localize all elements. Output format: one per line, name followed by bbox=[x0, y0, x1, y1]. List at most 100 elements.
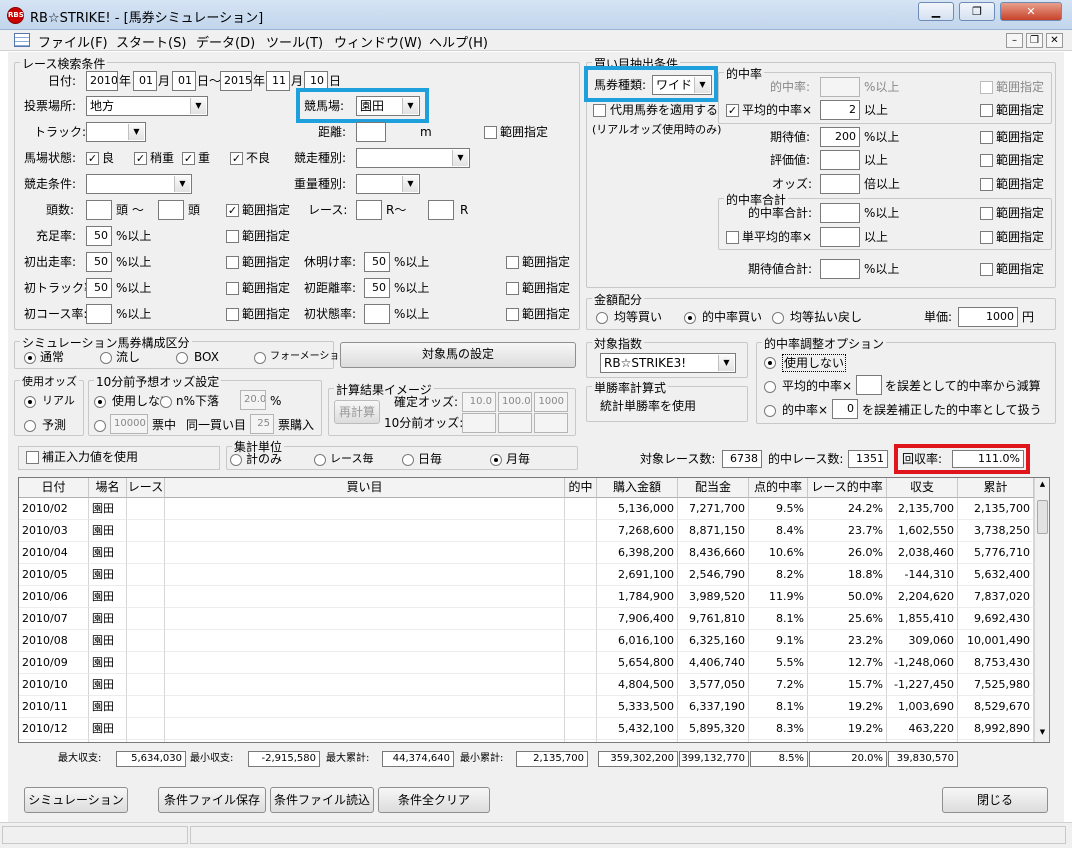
adjust-avg-input[interactable] bbox=[856, 375, 882, 395]
final-odds-3[interactable]: 1000 bbox=[534, 392, 568, 412]
track-select[interactable]: ▼ bbox=[86, 122, 146, 142]
menu-data[interactable]: データ(D) bbox=[196, 32, 255, 51]
first-state-input[interactable] bbox=[364, 304, 390, 324]
minimize-button[interactable]: ▁ bbox=[918, 2, 954, 21]
race-cond-select[interactable]: ▼ bbox=[86, 174, 192, 194]
single-avg-range-checkbox[interactable] bbox=[980, 231, 993, 244]
table-row[interactable]: 2010/09 園田 5,654,800 4,406,740 5.5% 12.7% -1,2… bbox=[19, 652, 1034, 674]
from-year-input[interactable]: 2010 bbox=[86, 71, 118, 91]
weight-type-select[interactable]: ▼ bbox=[356, 174, 420, 194]
save-conditions-button[interactable]: 条件ファイル保存 bbox=[158, 787, 266, 813]
table-row[interactable]: 2010/07 園田 7,906,400 9,761,810 8.1% 25.6% 1,85… bbox=[19, 608, 1034, 630]
cond-slightly-heavy-checkbox[interactable]: ✓ bbox=[134, 152, 147, 165]
money-payback-radio[interactable] bbox=[772, 312, 784, 324]
first-track-input[interactable]: 50 bbox=[86, 278, 112, 298]
expected-range-checkbox[interactable] bbox=[980, 131, 993, 144]
table-row[interactable]: 2010/08 園田 6,016,100 6,325,160 9.1% 23.2% 309,… bbox=[19, 630, 1034, 652]
single-avg-checkbox[interactable] bbox=[726, 231, 739, 244]
sim-normal-radio[interactable] bbox=[24, 352, 36, 364]
distance-range-checkbox[interactable] bbox=[484, 126, 497, 139]
column-header-bet[interactable]: 買い目 bbox=[165, 478, 565, 498]
to-month-input[interactable]: 11 bbox=[266, 71, 290, 91]
close-window-button[interactable]: ✕ bbox=[1000, 2, 1062, 21]
odds10-none-radio[interactable] bbox=[94, 396, 106, 408]
clear-conditions-button[interactable]: 条件全クリア bbox=[378, 787, 490, 813]
results-table[interactable]: 日付 場名 レース 買い目 的中 購入金額 配当金 点的中率 レース的中率 収支 累計 2010/02… bbox=[18, 477, 1050, 743]
restore-button[interactable]: ❐ bbox=[959, 2, 995, 21]
evaluation-input[interactable] bbox=[820, 150, 860, 170]
agg-total-radio[interactable] bbox=[230, 454, 242, 466]
heads-to-input[interactable] bbox=[158, 200, 184, 220]
sim-box-radio[interactable] bbox=[176, 352, 188, 364]
supplement-checkbox[interactable] bbox=[26, 451, 39, 464]
odds10-ticket-radio[interactable] bbox=[94, 420, 106, 432]
cond-good-checkbox[interactable]: ✓ bbox=[86, 152, 99, 165]
mdi-restore-button[interactable]: ❐ bbox=[1026, 33, 1043, 48]
mdi-minimize-button[interactable]: – bbox=[1006, 33, 1023, 48]
menu-file[interactable]: ファイル(F) bbox=[38, 32, 108, 51]
heads-from-input[interactable] bbox=[86, 200, 112, 220]
column-header-buy[interactable]: 購入金額 bbox=[597, 478, 678, 498]
sim-nagashi-radio[interactable] bbox=[100, 352, 112, 364]
recalc-button[interactable]: 再計算 bbox=[334, 400, 380, 424]
hit-rate-input[interactable] bbox=[820, 77, 860, 97]
column-header-hit[interactable]: 的中 bbox=[565, 478, 597, 498]
odds10-buy-input[interactable]: 25 bbox=[250, 414, 274, 434]
column-header-venue[interactable]: 場名 bbox=[89, 478, 127, 498]
cond-heavy-checkbox[interactable]: ✓ bbox=[182, 152, 195, 165]
unit-price-input[interactable]: 1000 bbox=[958, 307, 1018, 327]
from-day-input[interactable]: 01 bbox=[172, 71, 196, 91]
target-index-select[interactable]: RB☆STRIKE3! ▼ bbox=[600, 353, 736, 373]
expected-total-input[interactable] bbox=[820, 259, 860, 279]
close-button[interactable]: 閉じる bbox=[942, 787, 1048, 813]
menu-window[interactable]: ウィンドウ(W) bbox=[334, 32, 422, 51]
pre-odds-3[interactable] bbox=[534, 413, 568, 433]
mdi-close-button[interactable]: ✕ bbox=[1046, 33, 1063, 48]
table-row[interactable]: 2010/04 園田 6,398,200 8,436,660 10.6% 26.0% 2,0… bbox=[19, 542, 1034, 564]
column-header-point-hit[interactable]: 点的中率 bbox=[749, 478, 808, 498]
table-row[interactable]: 2010/03 園田 7,268,600 8,871,150 8.4% 23.7% 1,60… bbox=[19, 520, 1034, 542]
menu-tools[interactable]: ツール(T) bbox=[266, 32, 323, 51]
adjust-rate-radio[interactable] bbox=[764, 405, 776, 417]
menu-start[interactable]: スタート(S) bbox=[116, 32, 186, 51]
odds10-drop-radio[interactable] bbox=[160, 396, 172, 408]
agg-day-radio[interactable] bbox=[402, 454, 414, 466]
hit-total-range-checkbox[interactable] bbox=[980, 207, 993, 220]
adjust-rate-input[interactable]: 0 bbox=[832, 399, 858, 419]
pre-odds-1[interactable] bbox=[462, 413, 496, 433]
avg-hit-input[interactable]: 2 bbox=[820, 100, 860, 120]
adjust-none-radio[interactable] bbox=[764, 357, 776, 369]
column-header-date[interactable]: 日付 bbox=[19, 478, 89, 498]
hit-rate-range-checkbox[interactable] bbox=[980, 81, 993, 94]
single-avg-input[interactable] bbox=[820, 227, 860, 247]
table-row[interactable]: 2010/10 園田 4,804,500 3,577,050 7.2% 15.7% -1,2… bbox=[19, 674, 1034, 696]
final-odds-2[interactable]: 100.0 bbox=[498, 392, 532, 412]
final-odds-1[interactable]: 10.0 bbox=[462, 392, 496, 412]
first-distance-range-checkbox[interactable] bbox=[506, 282, 519, 295]
menu-help[interactable]: ヘルプ(H) bbox=[429, 32, 488, 51]
fill-range-checkbox[interactable] bbox=[226, 230, 239, 243]
money-equal-radio[interactable] bbox=[596, 312, 608, 324]
expected-input[interactable]: 200 bbox=[820, 127, 860, 147]
avg-hit-range-checkbox[interactable] bbox=[980, 104, 993, 117]
table-row[interactable]: 2010/12 園田 5,432,100 5,895,320 8.3% 19.2% 463,… bbox=[19, 718, 1034, 740]
from-month-input[interactable]: 01 bbox=[133, 71, 157, 91]
bet-type-select[interactable]: ワイド ▼ bbox=[652, 75, 712, 95]
pre-odds-2[interactable] bbox=[498, 413, 532, 433]
column-header-race-hit[interactable]: レース的中率 bbox=[808, 478, 887, 498]
debut-range-checkbox[interactable] bbox=[226, 256, 239, 269]
odds-input[interactable] bbox=[820, 174, 860, 194]
table-row[interactable]: 2011/01園田 5,762,5006,306,9106.5%17.4%544,… bbox=[19, 740, 1034, 742]
expected-total-range-checkbox[interactable] bbox=[980, 263, 993, 276]
substitute-checkbox[interactable] bbox=[593, 104, 606, 117]
venue-type-select[interactable]: 地方 ▼ bbox=[86, 96, 208, 116]
odds-range-checkbox[interactable] bbox=[980, 178, 993, 191]
target-horse-button[interactable]: 対象馬の設定 bbox=[340, 342, 576, 368]
distance-input[interactable] bbox=[356, 122, 386, 142]
column-header-race[interactable]: レース bbox=[127, 478, 165, 498]
debut-input[interactable]: 50 bbox=[86, 252, 112, 272]
simulate-button[interactable]: シミュレーション bbox=[24, 787, 128, 813]
column-header-cumulative[interactable]: 累計 bbox=[958, 478, 1034, 498]
first-track-range-checkbox[interactable] bbox=[226, 282, 239, 295]
column-header-payout[interactable]: 配当金 bbox=[678, 478, 749, 498]
